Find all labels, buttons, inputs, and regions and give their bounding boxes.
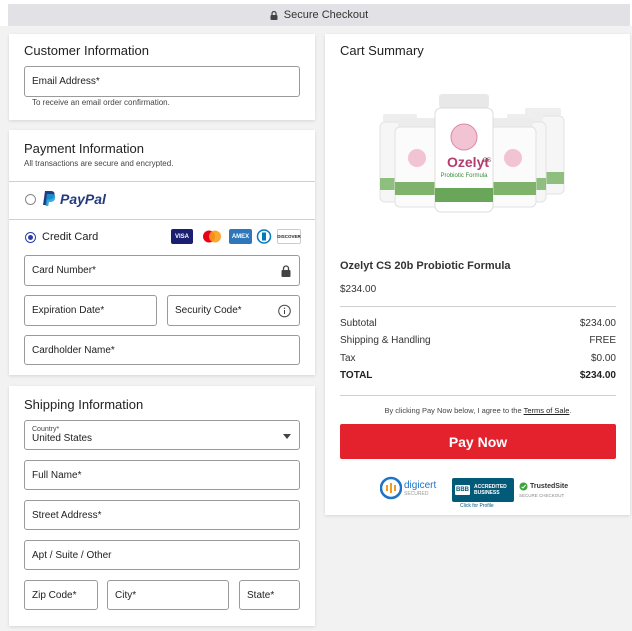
trustedsite-sub: SECURE CHECKOUT	[519, 493, 565, 498]
subtotal-value: $234.00	[579, 318, 616, 329]
full-name-placeholder: Full Name*	[32, 469, 82, 481]
apt-placeholder: Apt / Suite / Other	[32, 549, 112, 561]
credit-card-label[interactable]: Credit Card	[42, 231, 98, 243]
chevron-down-icon	[283, 434, 291, 439]
payment-info-card: Payment Information All transactions are…	[9, 130, 315, 375]
shipping-label: Shipping & Handling	[340, 335, 431, 346]
apt-suite-field[interactable]: Apt / Suite / Other	[24, 540, 300, 570]
pay-now-button[interactable]: Pay Now	[340, 424, 616, 459]
paypal-radio[interactable]	[25, 194, 36, 205]
bbb-logo: BBB	[455, 485, 470, 495]
city-field[interactable]: City*	[107, 580, 229, 610]
product-image: Ozelyt CS Probiotic Formula	[379, 94, 565, 213]
credit-card-radio[interactable]	[25, 232, 36, 243]
bbb-badge[interactable]: BBB ACCREDITED BUSINESS Click for Profil…	[452, 478, 514, 510]
city-placeholder: City*	[115, 589, 137, 601]
cardholder-placeholder: Cardholder Name*	[32, 344, 115, 356]
secure-checkout-bar: Secure Checkout	[8, 4, 630, 26]
payment-info-heading: Payment Information	[24, 141, 144, 156]
amex-icon: AMEX	[229, 229, 252, 244]
secure-checkout-label: Secure Checkout	[283, 9, 369, 21]
digicert-sub: SECURED	[404, 490, 429, 497]
zip-placeholder: Zip Code*	[32, 589, 77, 601]
security-code-field[interactable]: Security Code*	[167, 295, 300, 326]
check-circle-icon	[519, 482, 528, 491]
subtotal-label: Subtotal	[340, 318, 377, 329]
expiration-placeholder: Expiration Date*	[32, 305, 105, 316]
terms-prefix: By clicking Pay Now below, I agree to th…	[384, 406, 522, 415]
bbb-sub: Click for Profile	[460, 503, 494, 509]
terms-of-sale-link[interactable]: Terms of Sale	[524, 406, 570, 415]
street-placeholder: Street Address*	[32, 509, 102, 521]
subtotal-row: Subtotal $234.00	[340, 318, 616, 329]
country-select[interactable]: Country* United States	[24, 420, 300, 450]
cart-summary-heading: Cart Summary	[340, 43, 424, 58]
bottle-mid-right	[489, 118, 537, 208]
country-label: Country*	[32, 426, 60, 433]
paypal-label: PayPal	[60, 190, 106, 207]
summary-divider-top	[340, 306, 616, 307]
total-value: $234.00	[579, 370, 616, 381]
country-value: United States	[32, 433, 93, 444]
lock-icon	[281, 264, 291, 277]
trustedsite-label: TrustedSite	[530, 483, 569, 490]
digicert-label: digicert	[404, 479, 437, 491]
total-row: TOTAL $234.00	[340, 370, 616, 381]
shipping-info-card: Shipping Information Country* United Sta…	[9, 386, 315, 626]
shipping-row: Shipping & Handling FREE	[340, 335, 616, 346]
info-icon[interactable]	[278, 304, 291, 317]
bottle-front: Ozelyt CS Probiotic Formula	[434, 94, 494, 213]
shipping-value: FREE	[589, 335, 616, 346]
payment-subheading: All transactions are secure and encrypte…	[24, 159, 174, 168]
card-number-placeholder: Card Number*	[32, 265, 96, 276]
cardholder-name-field[interactable]: Cardholder Name*	[24, 335, 300, 365]
bbb-line2: BUSINESS	[474, 490, 500, 496]
payment-divider-top	[9, 181, 315, 182]
summary-divider-bottom	[340, 395, 616, 396]
full-name-field[interactable]: Full Name*	[24, 460, 300, 490]
email-field[interactable]: Email Address*	[24, 66, 300, 97]
payment-divider-mid	[9, 219, 315, 220]
total-label: TOTAL	[340, 370, 373, 381]
email-placeholder: Email Address*	[32, 76, 100, 87]
bottle-subtitle-text: Probiotic Formula	[440, 173, 488, 179]
card-number-field[interactable]: Card Number*	[24, 255, 300, 286]
bottle-mid-left	[394, 118, 440, 208]
expiration-date-field[interactable]: Expiration Date*	[24, 295, 157, 326]
mastercard-icon	[200, 229, 224, 244]
discover-icon: DISCOVER	[277, 229, 301, 244]
tax-label: Tax	[340, 353, 356, 364]
product-name: Ozelyt CS 20b Probiotic Formula	[340, 260, 511, 272]
state-field[interactable]: State*	[239, 580, 300, 610]
shipping-info-heading: Shipping Information	[24, 397, 144, 412]
visa-icon: VISA	[171, 229, 193, 244]
zip-code-field[interactable]: Zip Code*	[24, 580, 98, 610]
customer-info-card: Customer Information Email Address* To r…	[9, 34, 315, 120]
diners-icon	[256, 229, 272, 244]
lock-icon	[270, 10, 278, 20]
trustedsite-badge[interactable]: TrustedSite SECURE CHECKOUT	[519, 478, 575, 502]
tax-value: $0.00	[590, 353, 616, 364]
security-code-placeholder: Security Code*	[175, 305, 242, 316]
digicert-seal-icon	[380, 476, 402, 500]
digicert-badge[interactable]: digicert SECURED	[380, 474, 446, 502]
customer-info-heading: Customer Information	[24, 43, 149, 58]
paypal-icon	[43, 191, 56, 206]
terms-end: .	[569, 406, 572, 415]
paypal-logo[interactable]: PayPal	[42, 190, 106, 207]
terms-text: By clicking Pay Now below, I agree to th…	[340, 406, 616, 415]
email-hint: To receive an email order confirmation.	[32, 98, 170, 107]
bottle-suffix-text: CS	[483, 158, 491, 164]
state-placeholder: State*	[247, 589, 275, 601]
street-address-field[interactable]: Street Address*	[24, 500, 300, 530]
tax-row: Tax $0.00	[340, 353, 616, 364]
product-price: $234.00	[340, 284, 377, 295]
